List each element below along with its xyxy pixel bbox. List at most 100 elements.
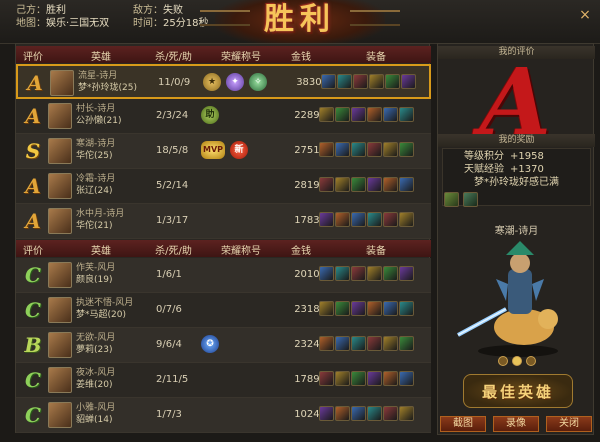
- equipment-item-icon[interactable]: [385, 74, 400, 89]
- equipment-item-icon[interactable]: [351, 336, 366, 351]
- avatar[interactable]: [48, 402, 72, 428]
- equipment-item-icon[interactable]: [335, 301, 350, 316]
- green-gem-icon[interactable]: ✧: [249, 73, 267, 91]
- carousel-dot[interactable]: [526, 356, 536, 366]
- equipment-item-icon[interactable]: [383, 406, 398, 421]
- equipment-item-icon[interactable]: [335, 177, 350, 192]
- equipment-item-icon[interactable]: [335, 212, 350, 227]
- avatar[interactable]: [48, 367, 72, 393]
- table-row[interactable]: C 执迷不悟-风月 梦*马超(20) 0/7/6 23184: [16, 293, 431, 328]
- equipment-item-icon[interactable]: [367, 336, 382, 351]
- equipment-item-icon[interactable]: [335, 142, 350, 157]
- new-icon[interactable]: 新: [230, 141, 248, 159]
- avatar[interactable]: [48, 208, 72, 234]
- hero-name: 执迷不悟-风月: [76, 298, 134, 308]
- equipment-item-icon[interactable]: [383, 177, 398, 192]
- equipment-item-icon[interactable]: [337, 74, 352, 89]
- table-row[interactable]: C 小雅-风月 貂蝉(14) 1/7/3 10240: [16, 398, 431, 433]
- gold-crest-icon[interactable]: ★: [203, 73, 221, 91]
- carousel-dot[interactable]: [512, 356, 522, 366]
- equipment-item-icon[interactable]: [319, 177, 334, 192]
- equipment-item-icon[interactable]: [367, 371, 382, 386]
- equipment-item-icon[interactable]: [351, 301, 366, 316]
- equipment-item-icon[interactable]: [367, 301, 382, 316]
- equipment-item-icon[interactable]: [351, 212, 366, 227]
- table-row[interactable]: A 冷霜-诗月 张辽(24) 5/2/14 28199: [16, 169, 431, 204]
- table-row[interactable]: A 流星-诗月 梦*孙玲珑(25) 11/0/9 ★ ✦ ✧ 38309: [16, 64, 431, 99]
- equipment-item-icon[interactable]: [383, 107, 398, 122]
- reward-item-icon[interactable]: [444, 192, 459, 207]
- col-hero: 英雄: [91, 246, 111, 257]
- avatar[interactable]: [50, 70, 74, 96]
- record-button[interactable]: 录像: [493, 416, 539, 432]
- equipment-item-icon[interactable]: [401, 74, 416, 89]
- assist-icon[interactable]: 助: [201, 106, 219, 124]
- equipment-item-icon[interactable]: [319, 142, 334, 157]
- carousel-dot[interactable]: [498, 356, 508, 366]
- equipment-item-icon[interactable]: [369, 74, 384, 89]
- equipment-item-icon[interactable]: [319, 371, 334, 386]
- honor-titles: [201, 265, 296, 285]
- equipment-item-icon[interactable]: [367, 107, 382, 122]
- equipment-item-icon[interactable]: [319, 212, 334, 227]
- avatar[interactable]: [48, 173, 72, 199]
- equipment-item-icon[interactable]: [383, 142, 398, 157]
- purple-gem-icon[interactable]: ✦: [226, 73, 244, 91]
- equipment-item-icon[interactable]: [399, 301, 414, 316]
- table-row[interactable]: A 村长-诗月 公孙懒(21) 2/3/24 助 22898: [16, 99, 431, 134]
- equipment-item-icon[interactable]: [383, 212, 398, 227]
- equipment-item-icon[interactable]: [353, 74, 368, 89]
- equipment-item-icon[interactable]: [399, 142, 414, 157]
- equipment-item-icon[interactable]: [351, 371, 366, 386]
- avatar[interactable]: [48, 262, 72, 288]
- equipment-item-icon[interactable]: [367, 266, 382, 281]
- equipment-item-icon[interactable]: [319, 266, 334, 281]
- table-row[interactable]: C 作芙-风月 颜良(19) 1/6/1 20102: [16, 258, 431, 293]
- avatar[interactable]: [48, 138, 72, 164]
- avatar[interactable]: [48, 103, 72, 129]
- table-row[interactable]: C 夜冰-风月 姜维(20) 2/11/5 17892: [16, 363, 431, 398]
- avatar[interactable]: [48, 332, 72, 358]
- equipment-item-icon[interactable]: [319, 107, 334, 122]
- equipment-item-icon[interactable]: [351, 406, 366, 421]
- close-button[interactable]: 关闭: [546, 416, 592, 432]
- equipment-item-icon[interactable]: [351, 142, 366, 157]
- equipment-item-icon[interactable]: [319, 301, 334, 316]
- equipment-item-icon[interactable]: [383, 301, 398, 316]
- screenshot-button[interactable]: 截图: [440, 416, 486, 432]
- equipment-item-icon[interactable]: [367, 212, 382, 227]
- equipment-item-icon[interactable]: [399, 107, 414, 122]
- equipment-item-icon[interactable]: [335, 266, 350, 281]
- equipment-item-icon[interactable]: [335, 406, 350, 421]
- reward-item-icon[interactable]: [463, 192, 479, 207]
- equipment-item-icon[interactable]: [321, 74, 336, 89]
- blue-badge-icon[interactable]: ✪: [201, 335, 219, 353]
- close-icon[interactable]: ×: [578, 8, 592, 22]
- equipment-item-icon[interactable]: [351, 107, 366, 122]
- equipment-item-icon[interactable]: [399, 371, 414, 386]
- equipment-item-icon[interactable]: [335, 371, 350, 386]
- equipment-item-icon[interactable]: [399, 212, 414, 227]
- equipment-item-icon[interactable]: [399, 406, 414, 421]
- table-row[interactable]: B 无欲-风月 夢莉(23) 9/6/4 ✪ 23242: [16, 328, 431, 363]
- table-row[interactable]: A 水中月-诗月 华佗(21) 1/3/17 17833: [16, 204, 431, 239]
- equipment-item-icon[interactable]: [367, 406, 382, 421]
- table-row[interactable]: S 寒湖-诗月 华佗(25) 18/5/8 MVP 新 27511: [16, 134, 431, 169]
- equipment-item-icon[interactable]: [399, 177, 414, 192]
- equipment-item-icon[interactable]: [351, 266, 366, 281]
- equipment-item-icon[interactable]: [383, 371, 398, 386]
- equipment-item-icon[interactable]: [399, 336, 414, 351]
- equipment-item-icon[interactable]: [319, 336, 334, 351]
- equipment-item-icon[interactable]: [399, 266, 414, 281]
- equipment-item-icon[interactable]: [383, 336, 398, 351]
- equipment-item-icon[interactable]: [351, 177, 366, 192]
- mvp-icon[interactable]: MVP: [201, 141, 225, 159]
- avatar[interactable]: [48, 297, 72, 323]
- equipment-item-icon[interactable]: [319, 406, 334, 421]
- equipment-item-icon[interactable]: [335, 107, 350, 122]
- equipment-item-icon[interactable]: [367, 142, 382, 157]
- equipment-item-icon[interactable]: [335, 336, 350, 351]
- best-hero-name: 寒潮-诗月: [494, 226, 539, 237]
- equipment-item-icon[interactable]: [383, 266, 398, 281]
- equipment-item-icon[interactable]: [367, 177, 382, 192]
